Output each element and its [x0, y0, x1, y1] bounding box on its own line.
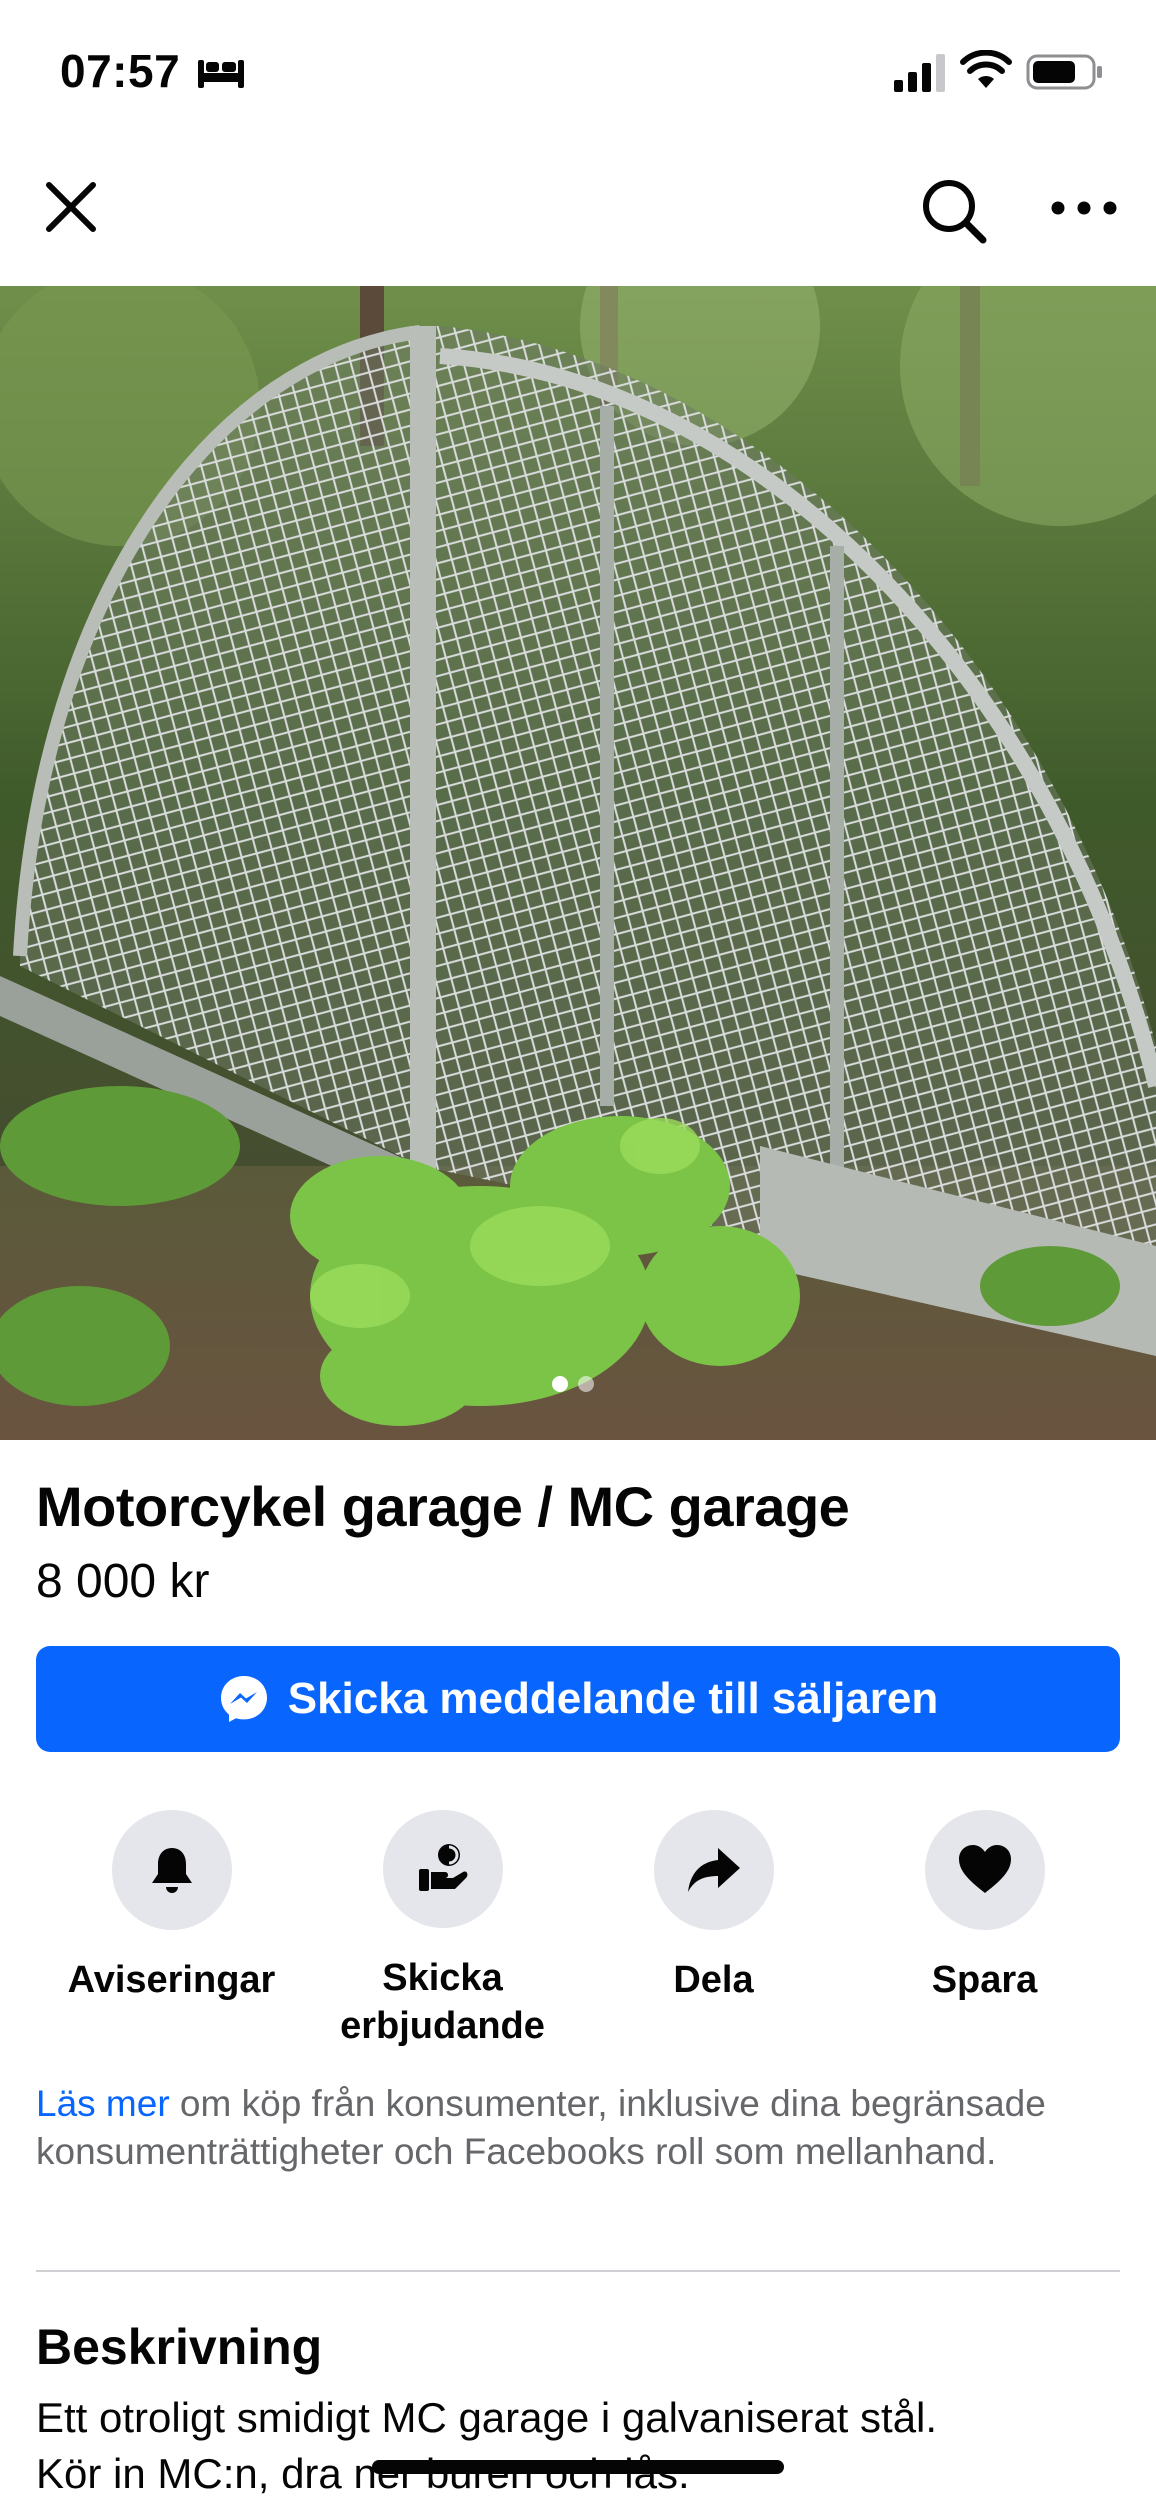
search-icon[interactable]: [915, 172, 993, 250]
photo-pagination: [552, 1376, 594, 1392]
description-line: Ett otroligt smidigt MC garage i galvani…: [36, 2394, 938, 2441]
message-seller-button[interactable]: Skicka meddelande till säljaren: [36, 1646, 1120, 1752]
action-circle: [111, 1810, 232, 1930]
read-more-link[interactable]: Läs mer: [36, 2083, 170, 2124]
more-icon[interactable]: [1046, 178, 1122, 238]
bell-icon: [151, 1848, 192, 1893]
action-circle: [653, 1810, 774, 1930]
divider: [36, 2270, 1120, 2272]
action-label: Skicka erbjudande: [340, 1957, 545, 2047]
status-bar: 07:57: [0, 0, 1156, 140]
heart-icon: [958, 1845, 1011, 1893]
photo-dot: [578, 1376, 594, 1392]
action-share[interactable]: Dela: [578, 1810, 849, 2050]
action-circle: [924, 1810, 1045, 1930]
home-indicator[interactable]: [372, 2460, 784, 2474]
action-send-offer[interactable]: Skicka erbjudande: [307, 1810, 578, 2050]
action-label: Dela: [673, 1959, 754, 2001]
action-notifications[interactable]: Aviseringar: [36, 1810, 307, 2050]
action-save[interactable]: Spara: [849, 1810, 1120, 2050]
battery-icon: [1026, 54, 1102, 90]
wifi-icon: [960, 50, 1012, 88]
close-icon[interactable]: [36, 172, 106, 242]
consumer-info: Läs mer om köp från konsumenter, inklusi…: [36, 2080, 1120, 2176]
description-text: Ett otroligt smidigt MC garage i galvani…: [36, 2390, 1120, 2500]
status-time: 07:57: [60, 45, 181, 97]
action-label: Aviseringar: [67, 1959, 276, 2001]
message-seller-label: Skicka meddelande till säljaren: [287, 1674, 939, 1723]
signal-icon: [894, 54, 945, 92]
photo-dot-active: [552, 1376, 568, 1392]
listing-title: Motorcykel garage / MC garage: [36, 1475, 850, 1538]
action-row: Aviseringar Skicka erbjudande Dela Spara: [36, 1810, 1120, 2050]
action-label: Spara: [931, 1959, 1038, 2001]
share-icon: [687, 1848, 740, 1892]
bed-icon: [198, 60, 244, 88]
action-circle: [382, 1810, 503, 1928]
listing-price: 8 000 kr: [36, 1555, 210, 1608]
description-heading: Beskrivning: [36, 2319, 323, 2375]
listing-photo[interactable]: [0, 286, 1156, 1440]
consumer-info-text: om köp från konsumenter, inklusive dina …: [36, 2083, 1046, 2172]
offer-icon: [418, 1844, 467, 1891]
nav-bar: [0, 140, 1156, 286]
messenger-icon: [220, 1676, 267, 1722]
